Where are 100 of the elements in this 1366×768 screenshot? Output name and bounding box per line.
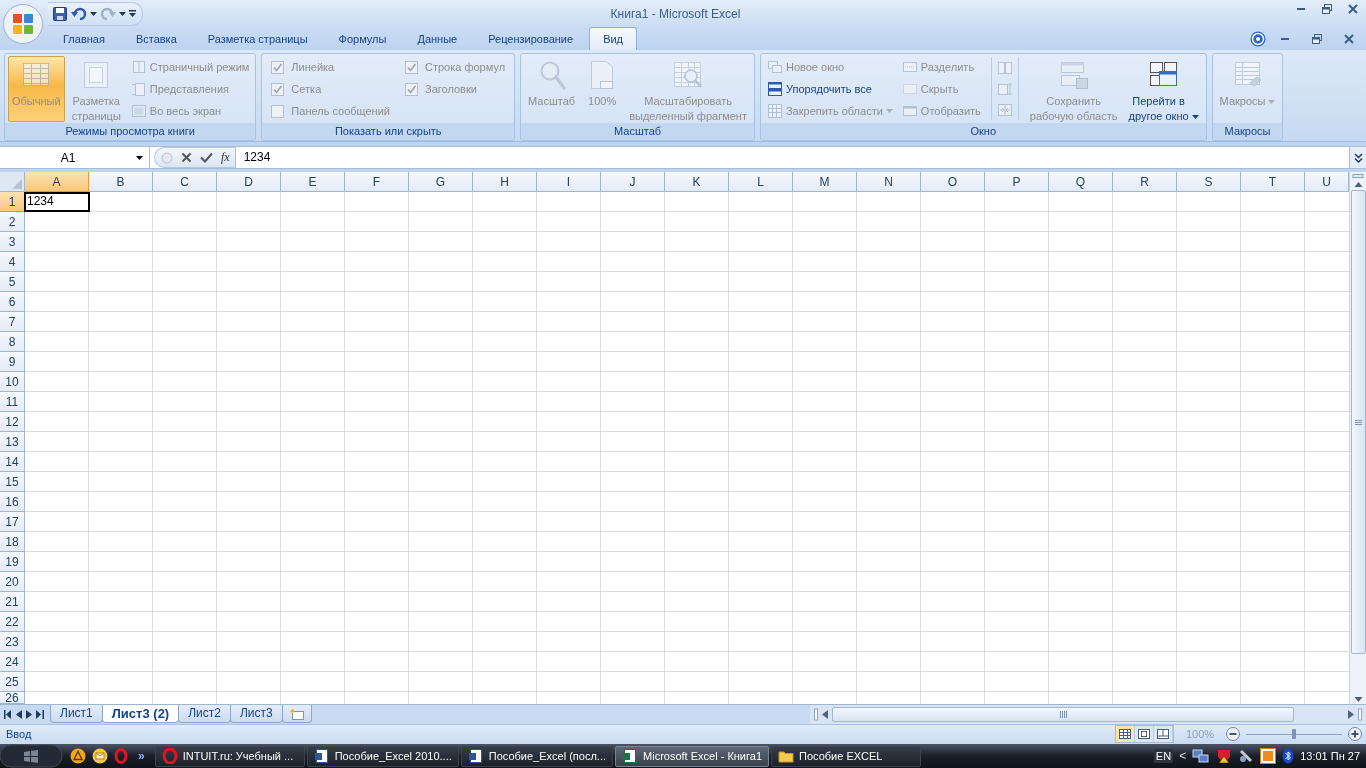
minimize-icon xyxy=(1297,8,1305,10)
group-title: Окно xyxy=(760,123,1206,140)
undo-icon xyxy=(71,5,87,22)
row-header[interactable]: 12 xyxy=(0,412,25,433)
row-header[interactable]: 15 xyxy=(0,472,25,493)
select-all-icon xyxy=(12,179,22,190)
row-header[interactable]: 8 xyxy=(0,332,25,353)
column-header[interactable]: L xyxy=(729,172,793,193)
insert-function-button[interactable]: fx xyxy=(221,150,230,166)
ring-icon xyxy=(114,748,128,764)
next-sheet-icon xyxy=(26,709,32,719)
column-header[interactable]: N xyxy=(857,172,921,193)
zoom-in-button[interactable] xyxy=(1348,727,1362,742)
row-header[interactable]: 9 xyxy=(0,352,25,373)
sheet-tab[interactable]: Лист1 xyxy=(50,705,103,724)
zoom-slider[interactable] xyxy=(1246,727,1342,742)
column-header[interactable]: M xyxy=(793,172,857,193)
view-button[interactable] xyxy=(1154,726,1173,743)
taskbar-button[interactable]: INTUIT.ru: Учебный ... xyxy=(154,745,305,767)
column-header[interactable]: C xyxy=(153,172,217,193)
row-header[interactable]: 24 xyxy=(0,652,25,673)
clock[interactable]: 13:01 Пн 27 xyxy=(1300,750,1360,762)
table-cell: 1234 xyxy=(24,192,90,213)
column-header[interactable]: Q xyxy=(1049,172,1113,193)
ribbon-tab[interactable]: Формулы xyxy=(323,27,402,50)
taskbar-button[interactable]: Microsoft Excel - Книга1 xyxy=(615,745,769,767)
row-header[interactable]: 19 xyxy=(0,552,25,573)
column-header[interactable]: U xyxy=(1305,172,1349,193)
row-header[interactable]: 14 xyxy=(0,452,25,473)
row-header[interactable]: 4 xyxy=(0,252,25,273)
row-header[interactable]: 26 xyxy=(0,692,25,705)
column-header[interactable]: K xyxy=(665,172,729,193)
row-header[interactable]: 2 xyxy=(0,212,25,233)
column-header[interactable]: R xyxy=(1113,172,1177,193)
grid-icon xyxy=(766,103,783,119)
sheet-tab[interactable]: Лист2 xyxy=(178,705,231,724)
show-hidden-icons-button[interactable]: < xyxy=(1179,749,1187,763)
ribbon-tab[interactable]: Данные xyxy=(402,27,473,50)
row-header[interactable]: 1 xyxy=(0,192,25,213)
taskbar-button[interactable]: Пособие_Excel 2010.... xyxy=(306,745,459,767)
column-header[interactable]: E xyxy=(281,172,345,193)
sheet-tab[interactable]: Лист3 xyxy=(229,705,283,724)
taskbar-button[interactable]: Пособие_Excel (посл... xyxy=(460,745,614,767)
column-header[interactable]: O xyxy=(921,172,985,193)
name-box[interactable]: A1 xyxy=(0,147,150,169)
row-header[interactable]: 6 xyxy=(0,292,25,313)
column-header[interactable]: P xyxy=(985,172,1049,193)
view-button[interactable] xyxy=(1135,726,1154,743)
bluetooth-icon xyxy=(1282,748,1295,764)
ribbon-tab[interactable]: Главная xyxy=(48,27,120,50)
start-button[interactable] xyxy=(0,744,64,768)
formula-field[interactable]: 1234 xyxy=(235,147,1349,169)
row-header[interactable]: 7 xyxy=(0,312,25,333)
ribbon-button[interactable]: Упорядочить все xyxy=(763,78,896,100)
zoom-out-button[interactable] xyxy=(1226,727,1240,742)
row-header[interactable]: 25 xyxy=(0,672,25,693)
column-header[interactable]: A xyxy=(25,172,89,193)
scrollbar-thumb[interactable] xyxy=(832,706,1294,722)
taskbar-button[interactable]: Пособие EXCEL xyxy=(771,745,921,767)
ribbon-tab[interactable]: Вид xyxy=(589,27,638,50)
more-button[interactable]: » xyxy=(134,749,149,763)
minimize-icon xyxy=(1281,37,1289,40)
row-header[interactable]: 20 xyxy=(0,572,25,593)
column-header[interactable]: J xyxy=(601,172,665,193)
group-title: Режимы просмотра книги xyxy=(5,123,256,140)
row-header[interactable]: 5 xyxy=(0,272,25,293)
row-header[interactable]: 21 xyxy=(0,592,25,613)
ribbon-tab[interactable]: Вставка xyxy=(120,27,192,50)
column-header[interactable]: I xyxy=(537,172,601,193)
ribbon-tab[interactable]: Рецензирование xyxy=(473,27,589,50)
ribbon-button[interactable]: Перейти в другое окно xyxy=(1124,56,1203,122)
grip-icon xyxy=(1354,419,1362,425)
scrollbar-thumb[interactable] xyxy=(1350,190,1366,655)
tray-app-icon xyxy=(1260,748,1277,764)
circle-icon xyxy=(161,151,173,164)
row-header[interactable]: 22 xyxy=(0,612,25,633)
row-header[interactable]: 13 xyxy=(0,432,25,453)
language-indicator[interactable]: EN xyxy=(1153,749,1174,763)
row-header[interactable]: 11 xyxy=(0,392,25,413)
row-header[interactable]: 10 xyxy=(0,372,25,393)
column-header[interactable]: G xyxy=(409,172,473,193)
office-button[interactable] xyxy=(2,2,44,46)
row-header[interactable]: 17 xyxy=(0,512,25,533)
column-header[interactable]: B xyxy=(89,172,153,193)
sheet-tab[interactable]: Лист3 (2) xyxy=(101,705,180,724)
column-header[interactable]: S xyxy=(1177,172,1241,193)
column-header[interactable]: D xyxy=(217,172,281,193)
row-header[interactable]: 3 xyxy=(0,232,25,253)
row-header[interactable]: 18 xyxy=(0,532,25,553)
row-header[interactable]: 16 xyxy=(0,492,25,513)
column-header[interactable]: H xyxy=(473,172,537,193)
column-header[interactable]: T xyxy=(1241,172,1305,193)
insert-sheet-button[interactable] xyxy=(281,705,312,724)
save-icon xyxy=(52,5,68,22)
previous-sheet-icon xyxy=(16,709,22,719)
scroll-right-icon xyxy=(1348,709,1354,719)
ribbon-tab[interactable]: Разметка страницы xyxy=(192,27,323,50)
row-header[interactable]: 23 xyxy=(0,632,25,653)
column-header[interactable]: F xyxy=(345,172,409,193)
view-button[interactable] xyxy=(1116,726,1135,743)
